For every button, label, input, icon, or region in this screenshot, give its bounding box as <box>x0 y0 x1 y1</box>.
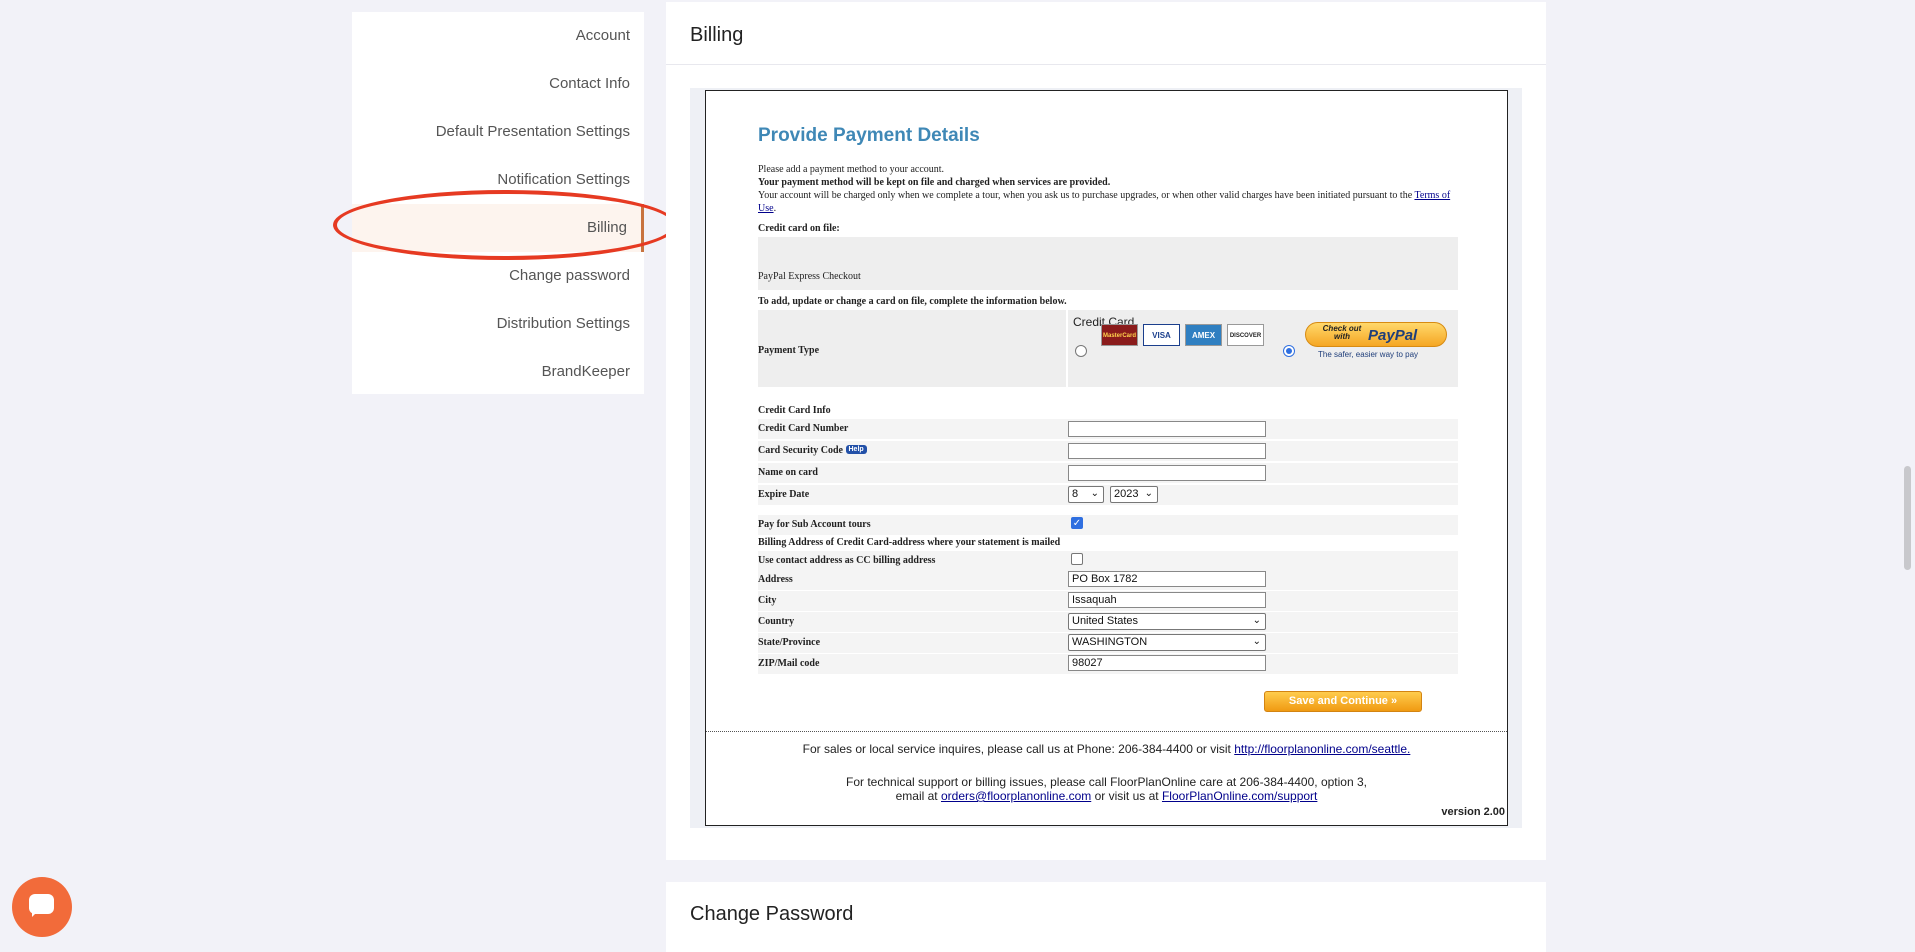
country-select[interactable]: United States ⌄ <box>1068 613 1266 630</box>
intro-period: . <box>773 203 777 214</box>
cc-number-label: Credit Card Number <box>758 423 849 434</box>
sidebar-item-billing[interactable]: Billing <box>352 204 644 252</box>
sales-info: For sales or local service inquires, ple… <box>706 742 1507 756</box>
name-on-card-input[interactable] <box>1068 465 1266 481</box>
paypal-checkout-button[interactable]: Check out with PayPal <box>1305 322 1447 347</box>
sidebar-item-default-presentation-settings[interactable]: Default Presentation Settings <box>352 108 644 156</box>
chat-launcher-button[interactable] <box>12 877 72 937</box>
sales-text: For sales or local service inquires, ple… <box>802 742 1231 756</box>
paypal-button-brand: PayPal <box>1368 327 1418 344</box>
paypal-radio[interactable] <box>1283 345 1295 357</box>
expire-year-select[interactable]: 2023 ⌄ <box>1110 486 1158 503</box>
security-code-label: Card Security Code Help <box>758 445 867 456</box>
seattle-link[interactable]: http://floorplanonline.com/seattle. <box>1234 742 1410 756</box>
city-input[interactable]: Issaquah <box>1068 592 1266 608</box>
use-contact-label: Use contact address as CC billing addres… <box>758 555 936 566</box>
save-button-label: Save and Continue <box>1288 695 1388 707</box>
sidebar-item-account[interactable]: Account <box>352 12 644 60</box>
card-on-file-value: PayPal Express Checkout <box>758 271 861 282</box>
country-value: United States <box>1072 615 1139 627</box>
amex-logo-icon: AMEX <box>1185 324 1222 346</box>
security-code-input[interactable] <box>1068 443 1266 459</box>
payment-iframe-container: Provide Payment Details Please add a pay… <box>690 88 1522 828</box>
address-input[interactable]: PO Box 1782 <box>1068 571 1266 587</box>
intro-line-2: Your payment method will be kept on file… <box>758 177 1111 188</box>
sub-account-label: Pay for Sub Account tours <box>758 519 871 530</box>
support-page-link[interactable]: FloorPlanOnline.com/support <box>1162 789 1317 803</box>
chevron-down-icon: ⌄ <box>1090 488 1099 499</box>
zip-input[interactable]: 98027 <box>1068 655 1266 671</box>
settings-sidebar: Account Contact Info Default Presentatio… <box>352 12 644 394</box>
double-chevron-right-icon: » <box>1390 695 1398 707</box>
chat-bubble-icon <box>29 894 54 917</box>
support-text-line-1: For technical support or billing issues,… <box>846 775 1367 789</box>
credit-card-radio[interactable] <box>1075 345 1087 357</box>
change-password-heading: Change Password <box>690 903 854 925</box>
expire-date-label: Expire Date <box>758 489 810 500</box>
card-on-file-box: PayPal Express Checkout <box>758 237 1458 290</box>
sidebar-item-contact-info[interactable]: Contact Info <box>352 60 644 108</box>
billing-section: Billing Provide Payment Details Please a… <box>666 2 1546 860</box>
support-info: For technical support or billing issues,… <box>706 775 1507 803</box>
sub-account-checkbox[interactable]: ✓ <box>1071 517 1083 529</box>
intro-line-3: Your account will be charged only when w… <box>758 190 1413 201</box>
expire-month-value: 8 <box>1072 488 1079 500</box>
paypal-tagline: The safer, easier way to pay <box>1318 350 1419 359</box>
state-value: WASHINGTON <box>1072 636 1148 648</box>
paypal-button-small-text: Check out with <box>1322 324 1362 341</box>
sidebar-item-brandkeeper[interactable]: BrandKeeper <box>352 348 644 396</box>
divider <box>706 731 1507 732</box>
billing-address-heading: Billing Address of Credit Card-address w… <box>758 537 1061 548</box>
state-select[interactable]: WASHINGTON ⌄ <box>1068 634 1266 651</box>
expire-month-select[interactable]: 8 ⌄ <box>1068 486 1104 503</box>
address-label: Address <box>758 574 793 585</box>
intro-line-1: Please add a payment method to your acco… <box>758 164 945 175</box>
expire-year-value: 2023 <box>1114 488 1139 500</box>
expire-date-row <box>758 485 1458 505</box>
sidebar-item-notification-settings[interactable]: Notification Settings <box>352 156 644 204</box>
payment-type-label: Payment Type <box>758 345 820 356</box>
support-email-prefix: email at <box>895 789 938 803</box>
support-email-link[interactable]: orders@floorplanonline.com <box>941 789 1091 803</box>
city-label: City <box>758 595 777 606</box>
card-on-file-label: Credit card on file: <box>758 223 840 234</box>
credit-card-info-heading: Credit Card Info <box>758 405 831 416</box>
chevron-down-icon: ⌄ <box>1252 615 1261 626</box>
support-visit-text: or visit us at <box>1094 789 1159 803</box>
change-password-section: Change Password <box>666 882 1546 952</box>
discover-logo-icon: DISCOVER <box>1227 324 1264 346</box>
save-and-continue-button[interactable]: Save and Continue » <box>1264 691 1422 712</box>
page-scrollbar[interactable] <box>1904 466 1911 570</box>
payment-intro: Please add a payment method to your acco… <box>758 163 1458 215</box>
update-card-instructions: To add, update or change a card on file,… <box>758 296 1067 307</box>
use-contact-checkbox[interactable] <box>1071 553 1083 565</box>
version-label: version 2.00 <box>1441 806 1505 818</box>
payment-type-label-cell: Payment Type <box>758 310 1066 387</box>
mastercard-logo-icon: MasterCard <box>1101 324 1138 346</box>
zip-label: ZIP/Mail code <box>758 658 820 669</box>
billing-heading: Billing <box>666 2 1546 65</box>
name-on-card-label: Name on card <box>758 467 818 478</box>
security-code-help-button[interactable]: Help <box>845 445 867 454</box>
cc-number-input[interactable] <box>1068 421 1266 437</box>
chevron-down-icon: ⌄ <box>1252 636 1261 647</box>
sidebar-item-change-password[interactable]: Change password <box>352 252 644 300</box>
sidebar-item-distribution-settings[interactable]: Distribution Settings <box>352 300 644 348</box>
country-label: Country <box>758 616 795 627</box>
state-label: State/Province <box>758 637 821 648</box>
payment-details-title: Provide Payment Details <box>758 125 980 146</box>
support-text-line-2: email at orders@floorplanonline.com or v… <box>706 789 1507 803</box>
security-code-label-text: Card Security Code <box>758 445 843 456</box>
payment-details-frame: Provide Payment Details Please add a pay… <box>705 90 1508 826</box>
visa-logo-icon: VISA <box>1143 324 1180 346</box>
chevron-down-icon: ⌄ <box>1144 488 1153 499</box>
